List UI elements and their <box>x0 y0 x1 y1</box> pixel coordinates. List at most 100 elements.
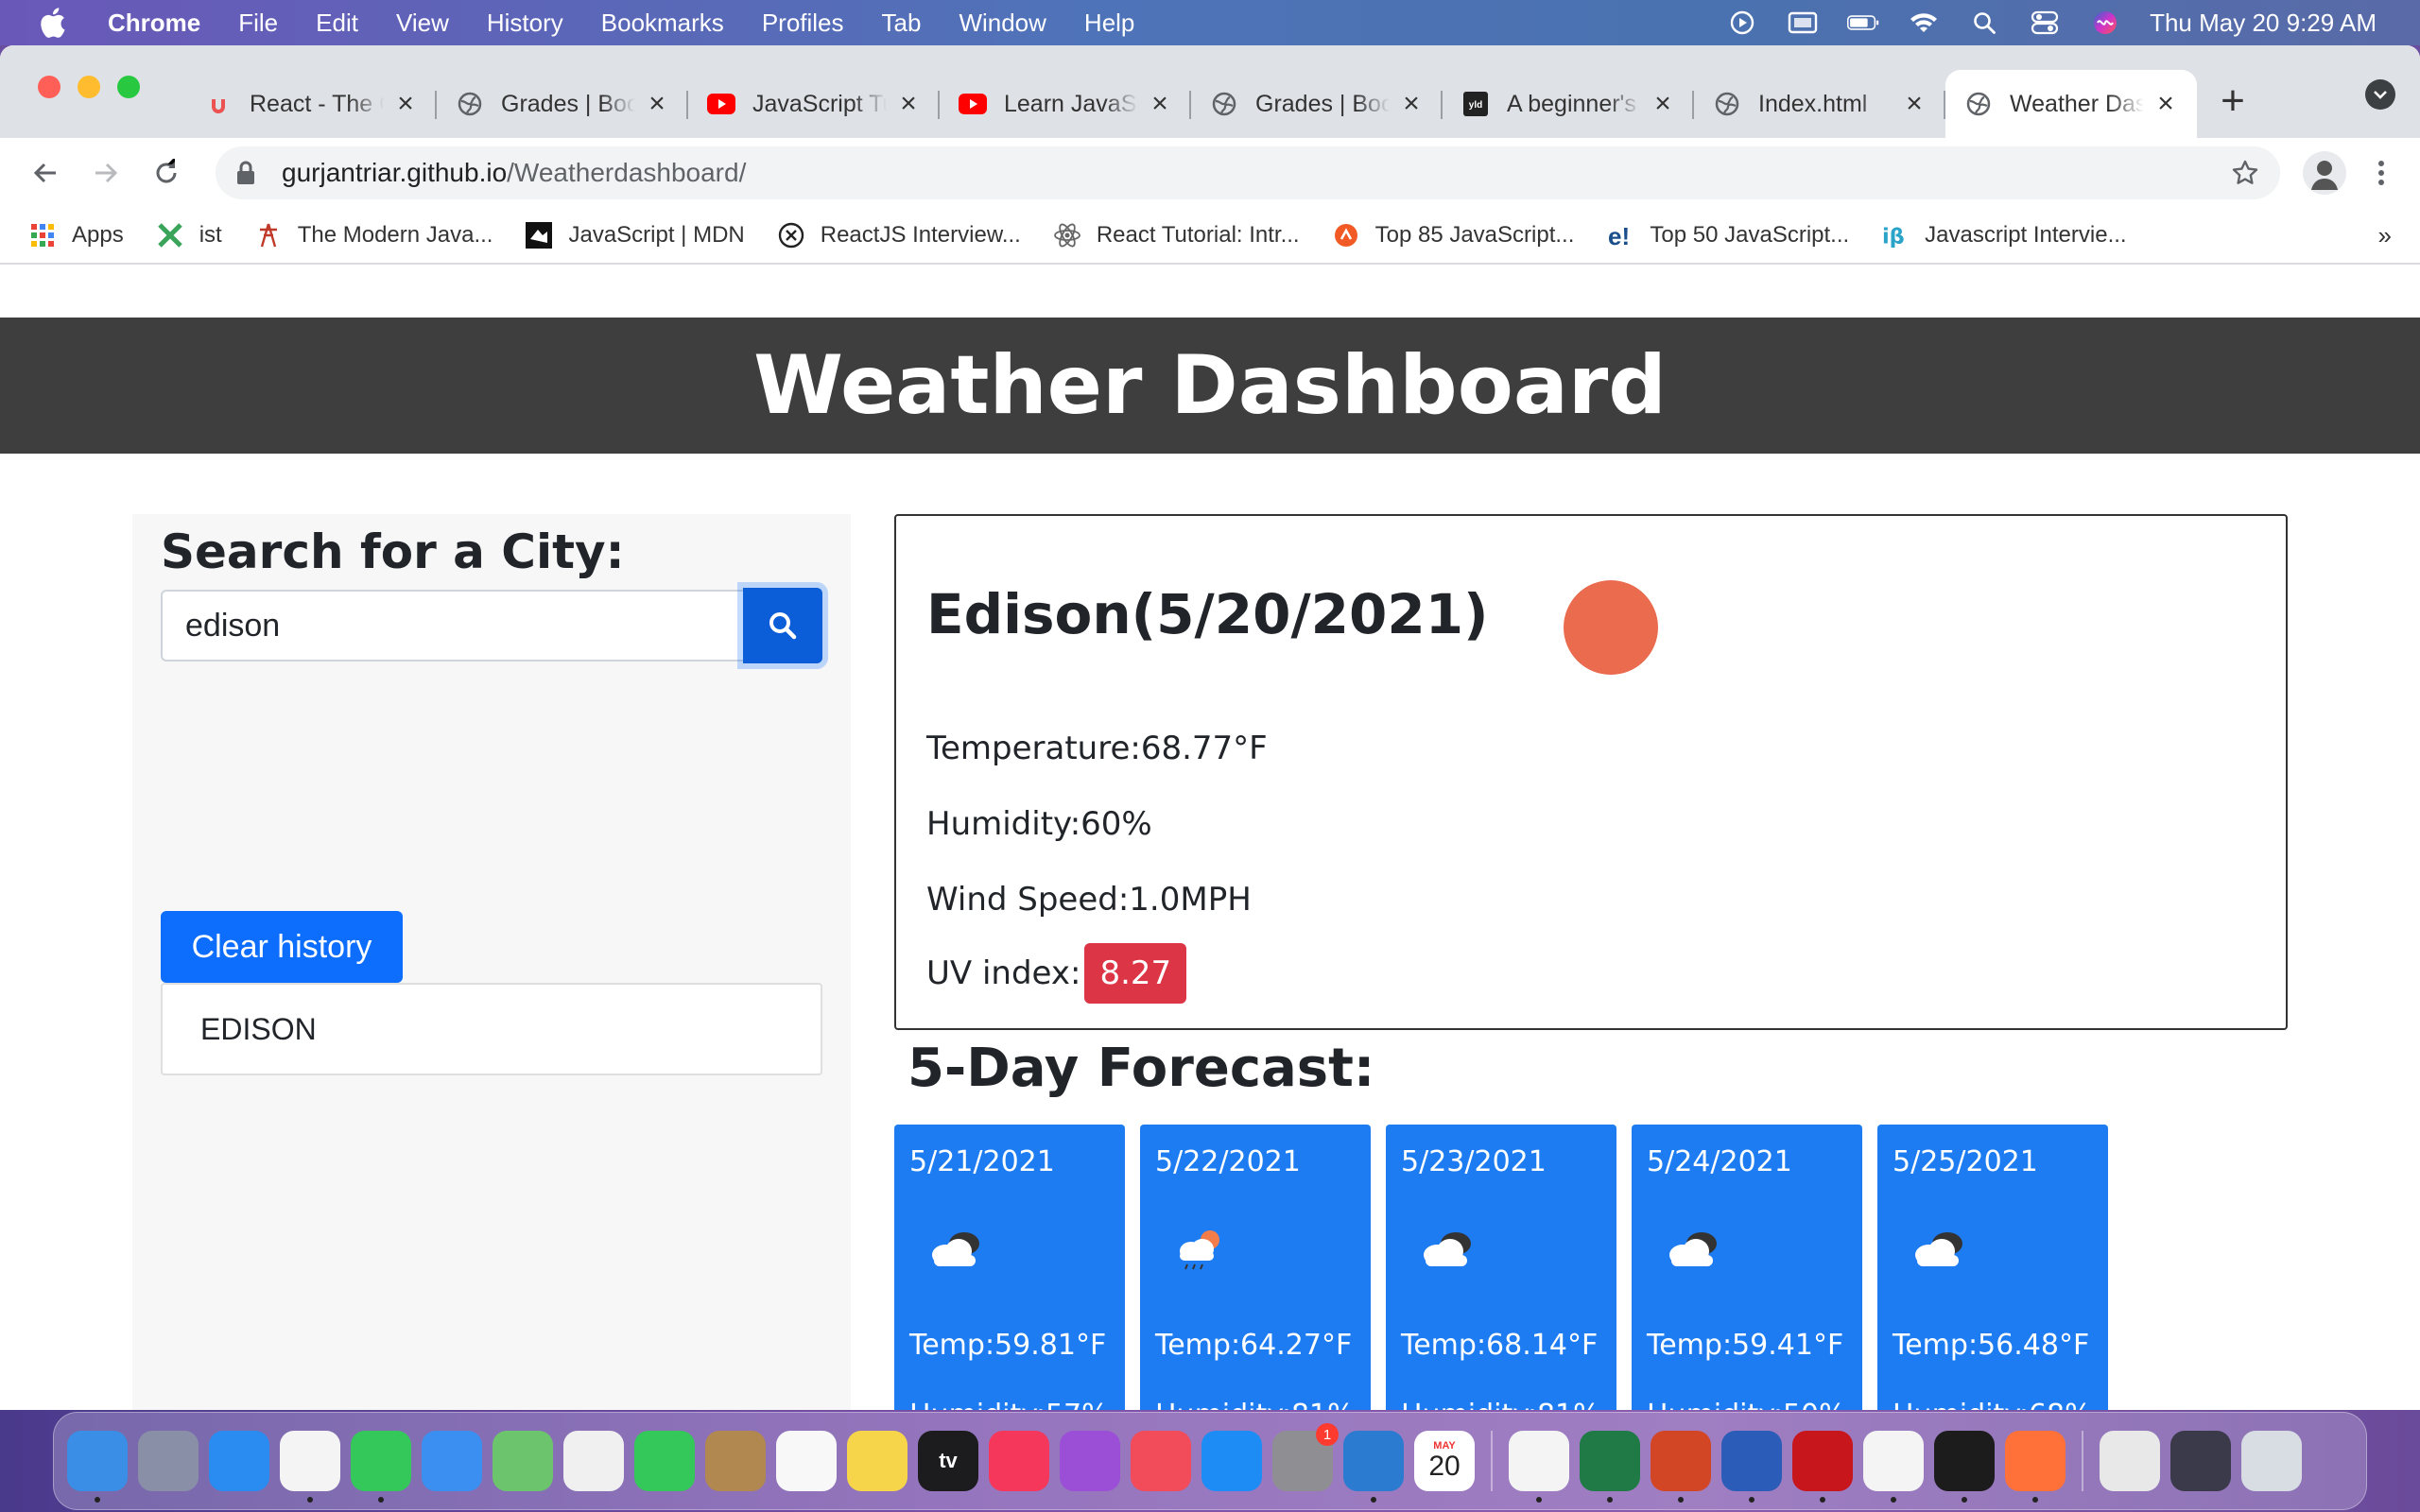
messages-icon[interactable] <box>351 1431 411 1503</box>
profile-avatar[interactable] <box>2303 151 2346 195</box>
close-tab-icon[interactable]: × <box>1399 88 1424 119</box>
history-item[interactable]: EDISON <box>161 983 822 1075</box>
chrome-menu-icon[interactable] <box>2367 159 2395 187</box>
menu-clock[interactable]: Thu May 20 9:29 AM <box>2150 9 2377 38</box>
url-path: /Weatherdashboard/ <box>507 158 747 187</box>
apple-tv-icon[interactable]: tv <box>918 1431 978 1491</box>
menu-help[interactable]: Help <box>1084 9 1134 38</box>
tab-grades-1[interactable]: Grades | Bootcamp × <box>437 70 688 138</box>
mail-icon[interactable] <box>422 1431 482 1491</box>
close-tab-icon[interactable]: × <box>1148 88 1172 119</box>
photos-icon[interactable] <box>563 1431 624 1491</box>
bookmark-javascript-interview[interactable]: iβ Javascript Intervie... <box>1881 221 2126 249</box>
close-tab-icon[interactable]: × <box>393 88 418 119</box>
lock-icon[interactable] <box>236 161 259 185</box>
finder-icon[interactable] <box>67 1431 128 1503</box>
tab-beginners-guide[interactable]: yld A beginner's guide × <box>1443 70 1694 138</box>
notes-icon[interactable] <box>847 1431 908 1491</box>
tab-title: JavaScript Tutorial <box>752 90 887 117</box>
bookmark-react-tutorial[interactable]: React Tutorial: Intr... <box>1053 221 1300 249</box>
music-icon[interactable] <box>989 1431 1049 1491</box>
tab-react-guide[interactable]: React - The Complete Guide × <box>185 70 437 138</box>
excel-icon[interactable] <box>1580 1431 1640 1503</box>
mongodb-compass-icon[interactable] <box>1509 1431 1569 1503</box>
screenshot-folder-icon[interactable] <box>2170 1431 2231 1491</box>
menu-edit[interactable]: Edit <box>316 9 358 38</box>
forward-button[interactable] <box>85 152 127 194</box>
new-tab-button[interactable]: + <box>2204 73 2261 129</box>
slack-icon[interactable] <box>1863 1431 1924 1503</box>
wifi-icon[interactable] <box>1908 9 1940 37</box>
tab-javascript-tutorial[interactable]: JavaScript Tutorial × <box>688 70 940 138</box>
tab-search-icon[interactable] <box>2365 79 2395 110</box>
close-tab-icon[interactable]: × <box>1902 88 1927 119</box>
tab-learn-javascript[interactable]: Learn JavaScript × <box>940 70 1191 138</box>
safari-icon[interactable] <box>209 1431 269 1491</box>
tab-weather-dashboard[interactable]: Weather Dashboard × <box>1945 70 2197 138</box>
bookmark-reactjs-interview[interactable]: ReactJS Interview... <box>777 221 1021 249</box>
menu-tab[interactable]: Tab <box>882 9 922 38</box>
menu-file[interactable]: File <box>238 9 278 38</box>
menu-view[interactable]: View <box>396 9 449 38</box>
reminders-icon[interactable] <box>776 1431 837 1491</box>
bookmark-mdn[interactable]: JavaScript | MDN <box>525 221 745 249</box>
forecast-humidity: Humidity:50% <box>1647 1399 1846 1410</box>
back-button[interactable] <box>25 152 66 194</box>
address-bar[interactable]: gurjantriar.github.io/Weatherdashboard/ <box>216 146 2280 199</box>
launchpad-icon[interactable] <box>138 1431 199 1491</box>
close-tab-icon[interactable]: × <box>2153 88 2178 119</box>
spotlight-search-icon[interactable] <box>1968 9 2000 37</box>
display-icon[interactable] <box>1787 9 1819 37</box>
word-icon[interactable] <box>1721 1431 1782 1503</box>
bookmark-star-icon[interactable] <box>2231 159 2259 187</box>
tab-grades-2[interactable]: Grades | Bootcamp × <box>1191 70 1443 138</box>
battery-icon[interactable] <box>1847 9 1879 37</box>
close-tab-icon[interactable]: × <box>1651 88 1675 119</box>
acrobat-icon[interactable] <box>1792 1431 1853 1503</box>
powerpoint-icon[interactable] <box>1651 1431 1711 1503</box>
close-window-button[interactable] <box>38 76 60 98</box>
zoom-window-button[interactable] <box>117 76 140 98</box>
maps-icon[interactable] <box>493 1431 553 1491</box>
chrome-icon[interactable] <box>280 1431 340 1503</box>
siri-icon[interactable] <box>2089 9 2121 37</box>
vscode-icon[interactable] <box>1343 1431 1404 1503</box>
bookmark-top-85-javascript[interactable]: Top 85 JavaScript... <box>1332 221 1574 249</box>
bookmark-ist[interactable]: ist <box>156 221 222 249</box>
menu-app-name[interactable]: Chrome <box>108 9 200 38</box>
menu-bookmarks[interactable]: Bookmarks <box>601 9 724 38</box>
clear-history-button[interactable]: Clear history <box>161 911 403 983</box>
bookmark-label: JavaScript | MDN <box>568 222 745 248</box>
podcasts-icon[interactable] <box>1060 1431 1120 1491</box>
bookmark-modern-javascript[interactable]: The Modern Java... <box>254 221 493 249</box>
tab-index-html[interactable]: Index.html × <box>1694 70 1945 138</box>
firefox-icon[interactable] <box>2005 1431 2066 1503</box>
reload-button[interactable] <box>146 152 187 194</box>
facetime-icon[interactable] <box>634 1431 695 1491</box>
menu-profiles[interactable]: Profiles <box>762 9 844 38</box>
terminal-icon[interactable] <box>1934 1431 1995 1503</box>
calendar-icon[interactable]: MAY 20 <box>1414 1431 1475 1491</box>
control-center-icon[interactable] <box>2029 9 2061 37</box>
forecast-card: 5/23/2021 Temp:68.14°F Humidity:81% <box>1386 1125 1616 1410</box>
bookmark-top-50-javascript[interactable]: e! Top 50 JavaScript... <box>1606 221 1849 249</box>
system-preferences-icon[interactable]: 1 <box>1272 1423 1339 1491</box>
app-store-icon[interactable] <box>1201 1431 1262 1491</box>
apple-menu-icon[interactable] <box>38 7 76 39</box>
macos-menu-bar: Chrome File Edit View History Bookmarks … <box>0 0 2420 45</box>
menu-history[interactable]: History <box>487 9 563 38</box>
contacts-icon[interactable] <box>705 1431 766 1491</box>
bookmarks-overflow-button[interactable]: » <box>2378 221 2392 250</box>
documents-folder-icon[interactable] <box>2100 1431 2160 1491</box>
close-tab-icon[interactable]: × <box>896 88 921 119</box>
menu-window[interactable]: Window <box>959 9 1046 38</box>
news-icon[interactable] <box>1131 1431 1191 1491</box>
city-search-input[interactable]: edison <box>161 590 743 662</box>
bookmark-apps[interactable]: Apps <box>28 221 124 249</box>
minimize-window-button[interactable] <box>78 76 100 98</box>
browser-toolbar: gurjantriar.github.io/Weatherdashboard/ <box>0 138 2420 208</box>
screen-record-icon[interactable] <box>1726 9 1758 37</box>
close-tab-icon[interactable]: × <box>645 88 669 119</box>
search-button[interactable] <box>743 588 822 663</box>
trash-icon[interactable] <box>2241 1431 2302 1491</box>
